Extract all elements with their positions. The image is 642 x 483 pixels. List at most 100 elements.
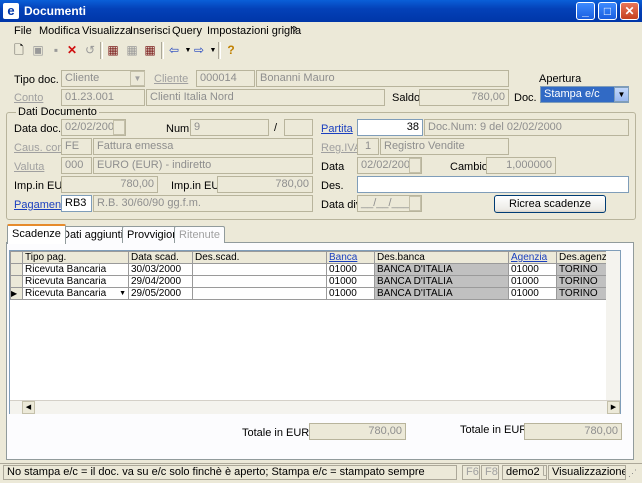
pagamento-desc-field: R.B. 30/60/90 gg.f.m. <box>93 195 313 212</box>
col-header-des-scad[interactable]: Des.scad. <box>192 251 327 264</box>
saldo-label: Saldo <box>392 92 421 104</box>
caus-code-field[interactable]: FE <box>61 138 92 155</box>
row-indicator-current[interactable]: ▶ <box>10 287 23 300</box>
reg-iva-label[interactable]: Reg.IVA <box>321 142 361 154</box>
grid-insert-icon[interactable]: ▦ <box>104 42 122 59</box>
new-document-icon[interactable]: 🗋 <box>10 42 28 59</box>
partita-link[interactable]: Partita <box>321 123 353 135</box>
tab-ritenute: Ritenute <box>174 226 225 243</box>
scroll-left-icon[interactable]: ◀ <box>22 401 35 414</box>
menu-help[interactable]: ? <box>291 25 297 37</box>
undo-icon[interactable]: ↺ <box>81 42 99 59</box>
imp-eur-field-2: 780,00 <box>217 176 313 193</box>
table-row[interactable]: Ricevuta Bancaria 30/03/2000 01000 BANCA… <box>10 263 619 276</box>
conto-code-field[interactable]: 01.23.001 <box>61 89 145 106</box>
status-f8: F8 <box>481 465 499 480</box>
cell-tipo-pag[interactable]: Ricevuta Bancaria <box>22 275 129 288</box>
cell-des-scad[interactable] <box>192 263 327 276</box>
cliente-code-field[interactable]: 000014 <box>196 70 255 87</box>
col-header-tipo-pag[interactable]: Tipo pag. <box>22 251 129 264</box>
status-database-name: demo2 <box>506 466 540 478</box>
menu-visualizza[interactable]: Visualizza <box>82 25 131 37</box>
chevron-down-icon[interactable]: ▼ <box>119 289 126 299</box>
num-field[interactable]: 9 <box>190 119 269 136</box>
cell-tipo-pag[interactable]: Ricevuta Bancaria <box>22 263 129 276</box>
date-picker-icon[interactable] <box>113 120 125 135</box>
valuta-code-field[interactable]: 000 <box>61 157 92 174</box>
cell-banca[interactable]: 01000 <box>326 287 375 300</box>
cell-agenzia[interactable]: 01000 <box>508 275 557 288</box>
cell-banca[interactable]: 01000 <box>326 275 375 288</box>
table-row[interactable]: Ricevuta Bancaria 29/04/2000 01000 BANCA… <box>10 275 619 288</box>
col-header-des-banca[interactable]: Des.banca <box>374 251 509 264</box>
reg-iva-desc-field: Registro Vendite <box>380 138 509 155</box>
status-message: No stampa e/c = il doc. va su e/c solo f… <box>3 465 457 480</box>
maximize-button[interactable]: □ <box>598 2 617 20</box>
scadenze-grid[interactable]: Tipo pag. Data scad. Des.scad. Banca Des… <box>9 250 621 414</box>
valuta-label[interactable]: Valuta <box>14 161 44 173</box>
scadenze-table: Tipo pag. Data scad. Des.scad. Banca Des… <box>10 251 619 300</box>
date-picker-icon[interactable] <box>409 196 421 211</box>
menu-impostazioni-griglia[interactable]: Impostazioni griglia <box>207 25 301 37</box>
tab-scadenze[interactable]: Scadenze <box>7 224 66 244</box>
tipo-doc-label: Tipo doc. <box>14 74 59 86</box>
num-separator: / <box>274 122 278 134</box>
cell-banca[interactable]: 01000 <box>326 263 375 276</box>
cell-data-scad[interactable]: 30/03/2000 <box>128 263 193 276</box>
horizontal-scrollbar[interactable]: ◀ ▶ <box>10 400 620 414</box>
partita-field[interactable]: 38 <box>357 119 423 136</box>
cell-des-scad[interactable] <box>192 275 327 288</box>
cell-agenzia[interactable]: 01000 <box>508 263 557 276</box>
totale-field-2: 780,00 <box>524 423 622 440</box>
menu-query[interactable]: Query <box>172 25 202 37</box>
conto-label[interactable]: Conto <box>14 92 43 104</box>
chevron-down-icon[interactable]: ▼ <box>614 87 629 102</box>
current-row-arrow-icon: ▶ <box>11 289 18 298</box>
menu-modifica[interactable]: Modifica <box>39 25 80 37</box>
toolbar-separator <box>161 42 164 59</box>
cell-des-scad[interactable] <box>192 287 327 300</box>
copy-icon[interactable]: ▣ <box>29 42 47 59</box>
ricrea-scadenze-button[interactable]: Ricrea scadenze <box>494 195 606 213</box>
help-icon[interactable]: ? <box>222 42 240 59</box>
cell-tipo-pag[interactable]: Ricevuta Bancaria ▼ <box>22 287 129 300</box>
cell-data-scad[interactable]: 29/05/2000 <box>128 287 193 300</box>
scroll-right-icon[interactable]: ▶ <box>607 401 620 414</box>
grid-delete-icon[interactable]: ▦ <box>141 42 159 59</box>
row-indicator[interactable] <box>10 275 23 288</box>
app-icon: e <box>3 3 19 19</box>
resize-grip-icon[interactable]: ⋰ <box>628 468 640 480</box>
status-mode: Visualizzazione <box>548 465 626 480</box>
conto-name-field[interactable]: Clienti Italia Nord <box>146 89 385 106</box>
cell-data-scad[interactable]: 29/04/2000 <box>128 275 193 288</box>
num-suffix-field[interactable] <box>284 119 313 136</box>
apertura-label: Apertura <box>539 73 582 85</box>
date-picker-icon[interactable] <box>409 158 421 173</box>
cliente-name-field[interactable]: Bonanni Mauro <box>256 70 509 87</box>
chevron-down-icon[interactable]: ▼ <box>130 71 145 86</box>
document-icon: 🗋 <box>543 466 546 478</box>
partita-desc-field: Doc.Num: 9 del 02/02/2000 <box>424 119 629 136</box>
grid-icon[interactable]: ▦ <box>123 42 141 59</box>
col-header-agenzia[interactable]: Agenzia <box>508 251 557 264</box>
toolbar-separator <box>100 42 103 59</box>
status-f6: F6 <box>462 465 480 480</box>
reg-iva-code-field[interactable]: 1 <box>357 138 379 155</box>
cambio-field[interactable]: 1,000000 <box>486 157 556 174</box>
pagamento-code-field[interactable]: RB3 <box>61 195 92 212</box>
cliente-label[interactable]: Cliente <box>154 73 188 85</box>
menu-file[interactable]: File <box>14 25 32 37</box>
row-indicator[interactable] <box>10 263 23 276</box>
vertical-scrollbar[interactable] <box>606 251 620 400</box>
col-header-banca[interactable]: Banca <box>326 251 375 264</box>
cell-agenzia[interactable]: 01000 <box>508 287 557 300</box>
data-doc-label: Data doc. <box>14 123 62 135</box>
des-field[interactable] <box>357 176 629 193</box>
close-button[interactable]: ✕ <box>620 2 639 20</box>
minimize-button[interactable]: _ <box>576 2 595 20</box>
table-row[interactable]: ▶ Ricevuta Bancaria ▼ 29/05/2000 01000 BA… <box>10 287 619 300</box>
col-header-data-scad[interactable]: Data scad. <box>128 251 193 264</box>
menu-inserisci[interactable]: Inserisci <box>130 25 170 37</box>
imp-eur-field[interactable]: 780,00 <box>61 176 158 193</box>
delete-icon[interactable]: ✕ <box>63 42 81 59</box>
